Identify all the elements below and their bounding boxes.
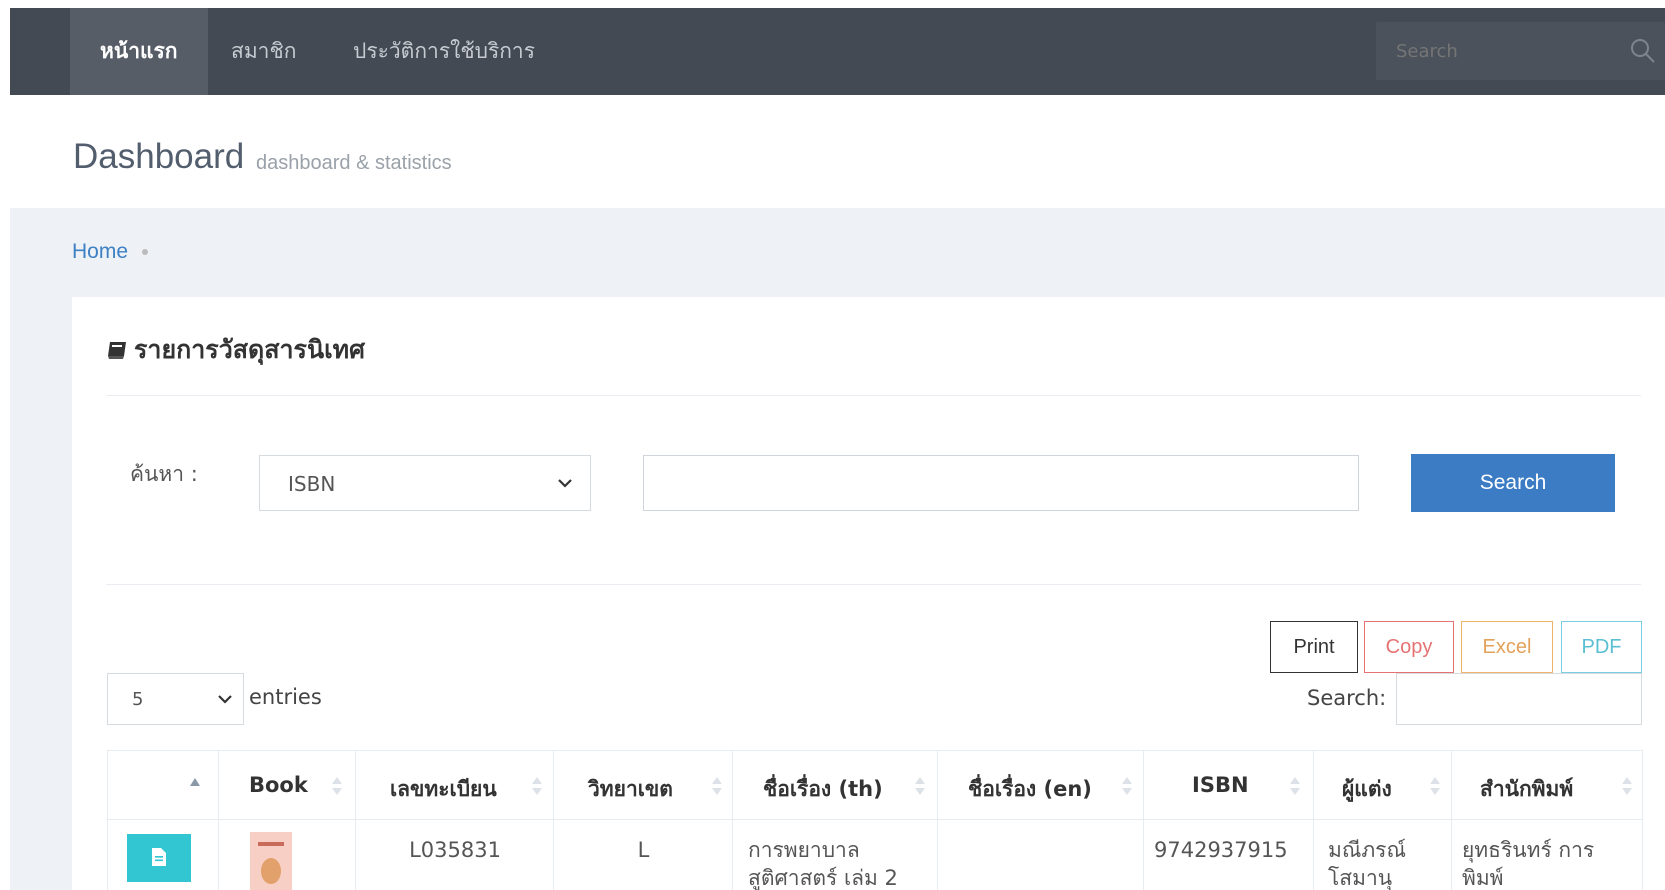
sort-icon (1622, 777, 1632, 795)
view-detail-button[interactable] (127, 834, 191, 882)
table-cell-campus: L (554, 820, 733, 890)
panel-title-text: รายการวัสดุสารนิเทศ (134, 335, 365, 364)
table-cell-book (219, 820, 356, 890)
search-field-select[interactable]: ISBN (259, 455, 591, 511)
breadcrumb: Home (72, 240, 149, 264)
table-row (108, 820, 219, 890)
table-search-input[interactable] (1396, 673, 1642, 725)
chevron-down-icon (558, 479, 572, 488)
divider (106, 395, 1641, 396)
search-input[interactable] (643, 455, 1359, 511)
materials-table: Book เลขทะเบียน วิทยาเขต ชื่อเรื่อง (th)… (107, 750, 1643, 890)
table-header-campus[interactable]: วิทยาเขต (554, 750, 733, 820)
table-cell-author: มณีภรณ์ โสมานุ (1314, 820, 1452, 890)
table-cell-publisher: ยุทธรินทร์ การพิมพ์ (1452, 820, 1643, 890)
table-header-title-en[interactable]: ชื่อเรื่อง (en) (938, 750, 1144, 820)
sort-icon (332, 777, 342, 795)
nav-item-home[interactable]: หน้าแรก (70, 8, 208, 95)
table-header-isbn[interactable]: ISBN (1144, 750, 1314, 820)
sort-icon (1290, 777, 1300, 795)
pdf-button[interactable]: PDF (1561, 621, 1642, 673)
sort-icon (1430, 777, 1440, 795)
sort-icon (712, 777, 722, 795)
table-header-title-th[interactable]: ชื่อเรื่อง (th) (733, 750, 938, 820)
table-cell-reg-no: L035831 (356, 820, 554, 890)
top-search-box (1376, 22, 1665, 80)
book-cover-image[interactable] (250, 832, 292, 890)
breadcrumb-separator-icon (142, 249, 149, 256)
excel-button[interactable]: Excel (1461, 621, 1553, 673)
table-header-action[interactable] (108, 750, 219, 820)
nav-item-members[interactable]: สมาชิก (201, 8, 326, 95)
sort-icon (915, 777, 925, 795)
table-header-author[interactable]: ผู้แต่ง (1314, 750, 1452, 820)
divider (106, 584, 1641, 585)
table-cell-isbn: 9742937915 (1144, 820, 1314, 890)
book-icon (108, 342, 126, 359)
table-cell-title-en (938, 820, 1144, 890)
print-button[interactable]: Print (1270, 621, 1358, 673)
sort-icon (1122, 777, 1132, 795)
panel-title: รายการวัสดุสารนิเทศ (106, 330, 365, 370)
search-label: ค้นหา : (130, 462, 198, 486)
page-header: Dashboard dashboard & statistics (10, 95, 1665, 208)
top-search-input[interactable] (1376, 22, 1616, 80)
entries-value: 5 (132, 689, 144, 710)
search-icon[interactable] (1629, 37, 1657, 65)
breadcrumb-home-link[interactable]: Home (72, 240, 128, 263)
chevron-down-icon (218, 695, 232, 704)
table-header-reg-no[interactable]: เลขทะเบียน (356, 750, 554, 820)
search-field-value: ISBN (288, 472, 336, 496)
page-subtitle: dashboard & statistics (256, 152, 452, 174)
sort-asc-icon (190, 778, 200, 786)
search-button[interactable]: Search (1411, 454, 1615, 512)
entries-label: entries (249, 685, 322, 709)
table-header-book[interactable]: Book (219, 750, 356, 820)
table-cell-title-th: การพยาบาล สูติศาสตร์ เล่ม 2 (733, 820, 938, 890)
page-title: Dashboard (73, 137, 245, 176)
copy-button[interactable]: Copy (1364, 621, 1454, 673)
document-icon (152, 848, 166, 866)
sort-icon (532, 777, 542, 795)
table-search-label: Search: (1307, 686, 1387, 710)
entries-select[interactable]: 5 (107, 673, 244, 725)
top-navbar: หน้าแรก สมาชิก ประวัติการใช้บริการ (10, 8, 1665, 95)
nav-item-service-history[interactable]: ประวัติการใช้บริการ (323, 8, 565, 95)
table-header-publisher[interactable]: สำนักพิมพ์ (1452, 750, 1643, 820)
